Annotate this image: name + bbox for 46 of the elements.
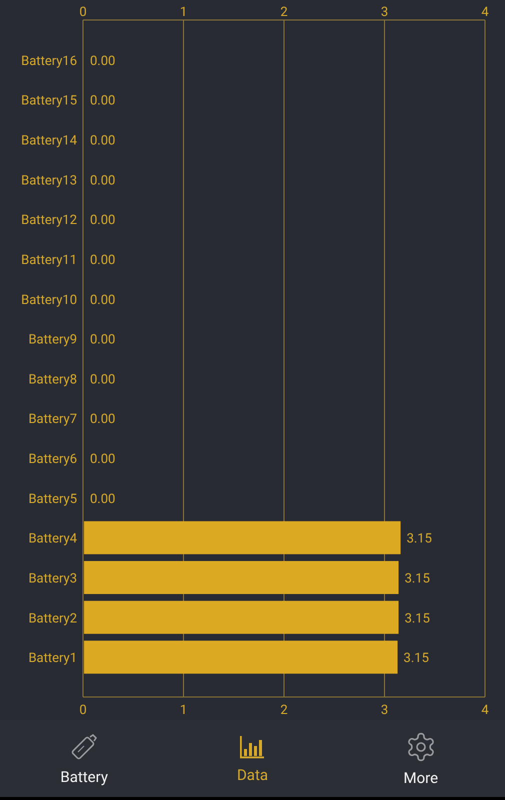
value-label: 0.00: [90, 94, 116, 109]
category-label: Battery14: [21, 133, 77, 148]
value-label: 0.00: [90, 412, 116, 428]
category-label: Battery11: [21, 252, 77, 268]
value-label: 0.00: [90, 292, 116, 308]
axis-tick-label: 4: [481, 5, 489, 20]
value-label: 0.00: [90, 213, 116, 228]
category-label: Battery7: [28, 412, 77, 428]
value-label: 0.00: [90, 133, 116, 148]
value-label: 0.00: [90, 173, 116, 188]
value-label: 3.15: [404, 611, 430, 626]
axis-tick-label: 1: [180, 5, 188, 20]
value-label: 0.00: [90, 54, 116, 69]
category-label: Battery5: [28, 492, 77, 507]
axis-tick-label: 2: [280, 703, 288, 718]
bar-chart-icon: [238, 734, 266, 760]
value-label: 0.00: [90, 332, 116, 348]
tab[interactable]: Battery: [0, 720, 168, 797]
category-label: Battery12: [21, 213, 77, 228]
category-label: Battery4: [28, 532, 77, 547]
category-label: Battery1: [28, 651, 77, 666]
value-label: 0.00: [90, 492, 116, 507]
tab[interactable]: More: [336, 720, 505, 797]
category-label: Battery6: [28, 452, 77, 468]
category-label: Battery8: [28, 372, 77, 388]
category-label: Battery15: [21, 94, 77, 109]
axis-tick-label: 0: [79, 703, 87, 718]
value-label: 0.00: [90, 372, 116, 388]
category-label: Battery16: [21, 54, 77, 69]
axis-tick-label: 3: [380, 703, 388, 718]
value-label: 3.15: [406, 532, 432, 547]
category-label: Battery2: [28, 611, 77, 626]
axis-tick-label: 1: [180, 703, 188, 718]
category-label: Battery10: [21, 292, 77, 308]
axis-tick-label: 4: [481, 703, 489, 718]
value-label: 0.00: [90, 452, 116, 468]
value-label: 0.00: [90, 252, 116, 268]
value-label: 3.15: [404, 651, 429, 666]
axis-tick-label: 3: [380, 5, 388, 20]
tab[interactable]: Data: [168, 720, 337, 797]
category-label: Battery13: [21, 173, 77, 188]
category-label: Battery9: [28, 332, 77, 348]
axis-tick-label: 2: [280, 5, 288, 20]
category-label: Battery3: [28, 572, 77, 587]
axis-tick-label: 0: [79, 5, 87, 20]
value-label: 3.15: [404, 572, 430, 587]
